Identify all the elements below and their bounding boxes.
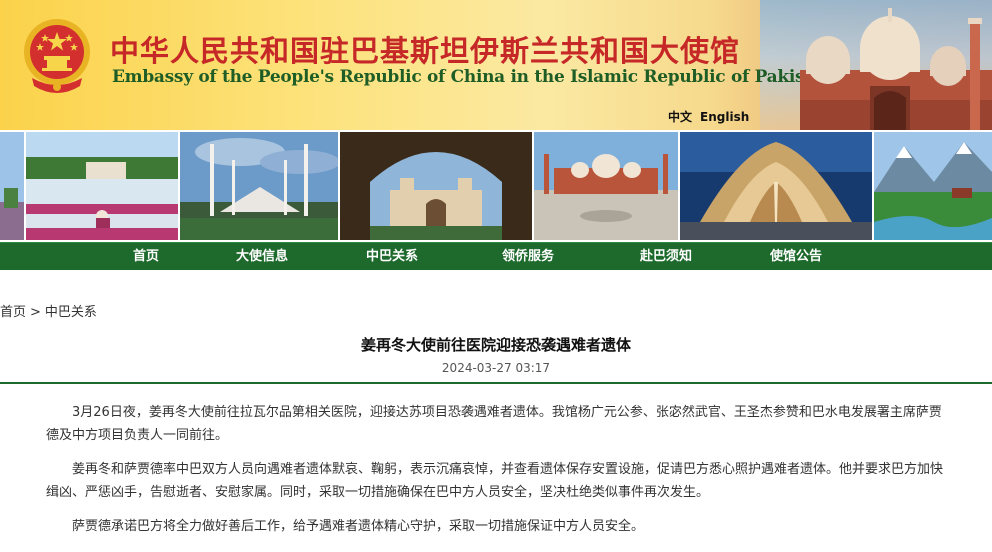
lang-cn-link[interactable]: 中文 — [668, 110, 692, 124]
banner-photo-badshahi-mosque — [534, 132, 678, 240]
banner-photo-pakistan-monument — [680, 132, 872, 240]
mosque-illustration — [800, 8, 992, 130]
nav-item-travel-notice[interactable]: 赴巴须知 — [640, 243, 692, 271]
breadcrumb-separator: > — [30, 305, 41, 320]
nav-item-china-pakistan-relations[interactable]: 中巴关系 — [366, 243, 418, 271]
nav-item-ambassador[interactable]: 大使信息 — [236, 243, 288, 271]
title-divider — [0, 382, 992, 384]
nav-item-home[interactable]: 首页 — [133, 243, 159, 271]
article-paragraph: 萨贾德承诺巴方将全力做好善后工作，给予遇难者遗体精心守护，采取一切措施保证中方人… — [72, 519, 645, 534]
site-header: 中华人民共和国驻巴基斯坦伊斯兰共和国大使馆 Embassy of the Peo… — [0, 0, 992, 130]
photo-banner — [0, 130, 992, 242]
site-title-en: Embassy of the People's Republic of Chin… — [112, 67, 835, 87]
banner-photo-mountain-valley — [874, 132, 992, 240]
article-paragraph: 3月26日夜，姜再冬大使前往拉瓦尔品第相关医院，迎接达苏项目恐袭遇难者遗体。我馆… — [46, 405, 942, 443]
banner-photo-garden — [26, 132, 178, 240]
lang-en-link[interactable]: English — [700, 110, 749, 124]
banner-photo-faisal-mosque — [180, 132, 338, 240]
site-title-cn: 中华人民共和国驻巴基斯坦伊斯兰共和国大使馆 — [110, 34, 741, 68]
national-emblem-icon — [24, 19, 90, 93]
main-nav: 首页 大使信息 中巴关系 领侨服务 赴巴须知 使馆公告 — [0, 242, 992, 270]
breadcrumb-home-link[interactable]: 首页 — [0, 305, 26, 320]
article-paragraph: 姜再冬和萨贾德率中巴双方人员向遇难者遗体默哀、鞠躬，表示沉痛哀悼，并查看遗体保存… — [46, 462, 944, 500]
breadcrumb-current-link[interactable]: 中巴关系 — [45, 305, 97, 320]
nav-item-consular-services[interactable]: 领侨服务 — [502, 243, 554, 271]
breadcrumb: 首页 > 中巴关系 — [0, 301, 101, 320]
article-title: 姜再冬大使前往医院迎接恐袭遇难者遗体 — [360, 336, 631, 354]
nav-item-announcements[interactable]: 使馆公告 — [770, 243, 822, 271]
language-switcher: 中文 English — [668, 108, 757, 125]
article-date: 2024-03-27 03:17 — [441, 361, 551, 375]
banner-photo-edge — [0, 132, 24, 240]
banner-photo-lahore-fort — [340, 132, 532, 240]
